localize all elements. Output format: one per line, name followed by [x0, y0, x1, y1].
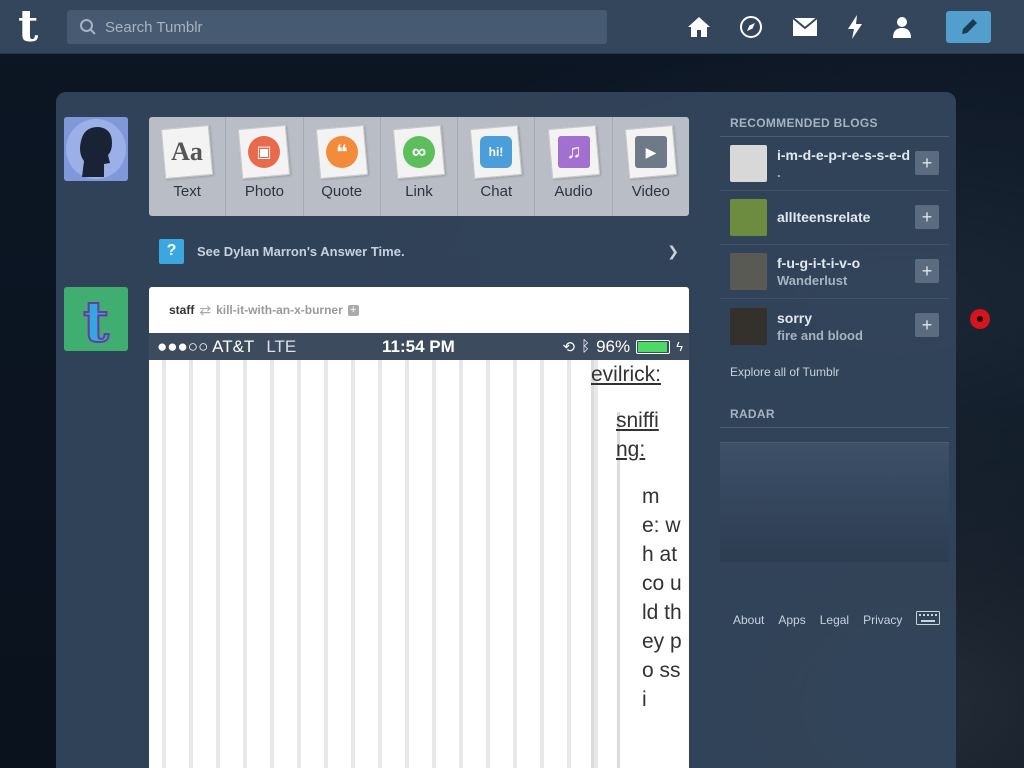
- reblog-icon: ⇄: [199, 301, 212, 318]
- recommended-blog[interactable]: i-m-d-e-p-r-e-s-s-e-d . +: [720, 137, 949, 191]
- post-type-audio[interactable]: ♫ Audio: [535, 117, 613, 216]
- poppy-decoration: [968, 308, 992, 330]
- blog-avatar[interactable]: [730, 307, 767, 345]
- compose-button[interactable]: [946, 11, 991, 43]
- carrier-text: ●●●○○ AT&T: [157, 336, 255, 356]
- reblog-source[interactable]: kill-it-with-an-x-burner: [216, 303, 343, 317]
- blog-subtitle: .: [777, 165, 781, 180]
- bluetooth-icon: ᛒ: [581, 338, 591, 355]
- blog-name[interactable]: f-u-g-i-t-i-v-o: [777, 255, 917, 271]
- phone-time: 11:54 PM: [382, 336, 455, 356]
- battery-percent: 96%: [596, 336, 631, 356]
- thread-user-1[interactable]: evilrick:: [591, 360, 661, 389]
- blog-avatar[interactable]: [730, 253, 767, 290]
- footer-links: About Apps Legal Privacy: [733, 611, 941, 628]
- post-image: evilrick: sniffi ng: m e: wh at co uld t…: [149, 360, 689, 768]
- answer-time-banner[interactable]: ? See Dylan Marron's Answer Time. ❯: [149, 233, 689, 269]
- blog-avatar[interactable]: [730, 145, 767, 182]
- blog-subtitle: Wanderlust: [777, 273, 848, 288]
- text-icon: Aa: [171, 137, 204, 166]
- post-type-quote[interactable]: ❝ Quote: [304, 117, 381, 216]
- blog-avatar[interactable]: [730, 199, 767, 236]
- top-bar: t: [0, 0, 1024, 54]
- recommended-blog[interactable]: allIteensrelate +: [720, 191, 949, 245]
- post-header: staff ⇄ kill-it-with-an-x-burner +: [149, 287, 689, 333]
- search-box[interactable]: [67, 10, 607, 44]
- follow-button[interactable]: +: [915, 151, 939, 175]
- post-type-video[interactable]: ▶ Video: [613, 117, 689, 216]
- radar-title: RADAR: [720, 401, 949, 428]
- keyboard-icon[interactable]: [916, 611, 941, 628]
- blog-name[interactable]: sorry: [777, 310, 917, 326]
- answer-time-text: See Dylan Marron's Answer Time.: [197, 243, 405, 259]
- tumblr-logo[interactable]: t: [18, 5, 50, 49]
- rotation-lock-icon: ⟲: [562, 338, 576, 356]
- network-text: LTE: [266, 336, 297, 356]
- explore-icon[interactable]: [738, 14, 764, 40]
- search-icon: [80, 19, 96, 35]
- post-type-text[interactable]: Aa Text: [149, 117, 227, 216]
- battery-icon: [636, 339, 671, 354]
- privacy-link[interactable]: Privacy: [863, 613, 902, 627]
- recommended-blog[interactable]: f-u-g-i-t-i-v-o Wanderlust +: [720, 245, 949, 299]
- apps-link[interactable]: Apps: [778, 613, 805, 627]
- radar-content[interactable]: [720, 442, 949, 562]
- phone-status-bar: ●●●○○ AT&T LTE 11:54 PM ⟲ ᛒ 96% ϟ: [149, 333, 689, 360]
- chat-icon: hi!: [480, 136, 513, 168]
- post-type-photo[interactable]: ▣ Photo: [226, 117, 304, 216]
- follow-button[interactable]: +: [915, 205, 939, 229]
- legal-link[interactable]: Legal: [820, 613, 849, 627]
- audio-icon: ♫: [557, 136, 590, 168]
- pencil-icon: [961, 19, 977, 34]
- search-input[interactable]: [105, 18, 585, 36]
- user-avatar[interactable]: [64, 117, 128, 181]
- recommended-blog[interactable]: sorry fire and blood +: [720, 299, 949, 353]
- blog-subtitle: fire and blood: [777, 327, 863, 343]
- explore-link[interactable]: Explore all of Tumblr: [720, 353, 949, 391]
- post-type-chat[interactable]: hi! Chat: [458, 117, 536, 216]
- post-card: staff ⇄ kill-it-with-an-x-burner + ●●●○○…: [149, 287, 689, 768]
- post-type-bar: Aa Text ▣ Photo ❝ Quote ∞ Link hi! Chat …: [149, 117, 689, 216]
- staff-avatar[interactable]: t: [64, 287, 128, 351]
- about-link[interactable]: About: [733, 613, 764, 627]
- recommended-blogs-title: RECOMMENDED BLOGS: [720, 110, 949, 137]
- question-icon: ?: [159, 238, 184, 264]
- follow-button[interactable]: +: [915, 259, 939, 283]
- blog-name[interactable]: i-m-d-e-p-r-e-s-s-e-d: [777, 147, 917, 163]
- blog-name[interactable]: allIteensrelate: [777, 209, 917, 225]
- inbox-icon[interactable]: [792, 14, 818, 40]
- follow-source-icon[interactable]: +: [347, 304, 359, 316]
- post-type-link[interactable]: ∞ Link: [381, 117, 459, 216]
- post-author[interactable]: staff: [169, 303, 194, 317]
- follow-button[interactable]: +: [915, 313, 939, 337]
- camera-icon: ▣: [248, 136, 281, 168]
- quote-icon: ❝: [325, 136, 358, 168]
- activity-icon[interactable]: [842, 14, 868, 40]
- account-icon[interactable]: [889, 14, 915, 40]
- home-icon[interactable]: [686, 14, 712, 40]
- thread-user-2[interactable]: sniffi ng:: [616, 406, 668, 464]
- svg-text:t: t: [83, 289, 109, 351]
- link-icon: ∞: [402, 136, 435, 168]
- thread-body: m e: wh at co uld th ey po ssi: [642, 485, 682, 711]
- chevron-right-icon: ❯: [667, 243, 679, 259]
- right-sidebar: RECOMMENDED BLOGS i-m-d-e-p-r-e-s-s-e-d …: [720, 110, 949, 562]
- video-icon: ▶: [634, 136, 667, 168]
- charging-icon: ϟ: [676, 339, 683, 354]
